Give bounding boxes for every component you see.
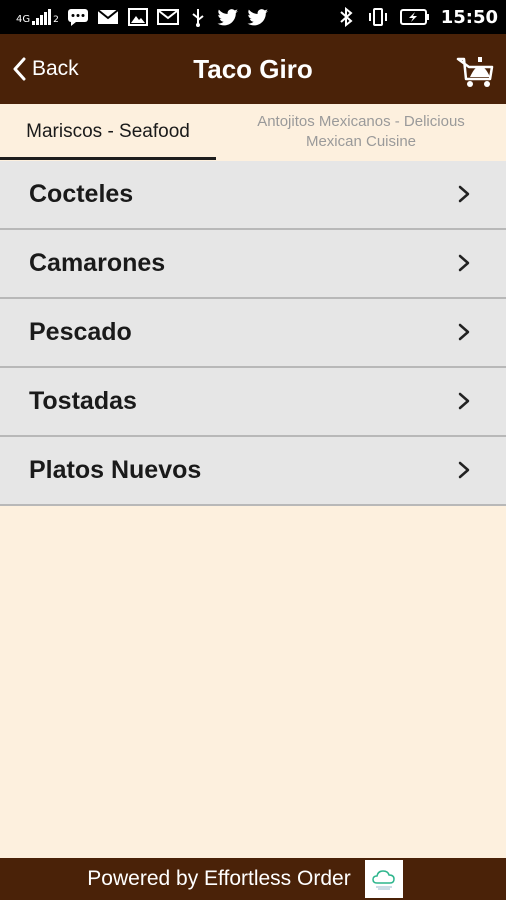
tab-mariscos-seafood[interactable]: Mariscos - Seafood	[0, 104, 216, 160]
chevron-right-icon	[458, 323, 470, 341]
sim-index: 2	[53, 15, 59, 25]
image-icon	[127, 8, 149, 26]
menu-item-label: Tostadas	[29, 387, 137, 415]
cart-button[interactable]	[456, 49, 496, 89]
cart-icon	[456, 57, 494, 87]
powered-by-text: Powered by Effortless Order	[87, 867, 351, 890]
network-type: 4G	[16, 14, 31, 25]
menu-item-label: Camarones	[29, 249, 166, 277]
vibrate-icon	[367, 8, 389, 26]
chat-icon	[67, 8, 89, 26]
chevron-right-icon	[458, 461, 470, 479]
menu-item-tostadas[interactable]: Tostadas	[0, 368, 506, 437]
chevron-right-icon	[458, 254, 470, 272]
chevron-right-icon	[458, 392, 470, 410]
menu-list: Cocteles Camarones Pescado Tostadas Plat…	[0, 161, 506, 506]
twitter-icon	[247, 8, 269, 26]
clock: 15:50	[440, 6, 498, 28]
menu-item-camarones[interactable]: Camarones	[0, 230, 506, 299]
page-title: Taco Giro	[193, 54, 313, 84]
menu-item-label: Platos Nuevos	[29, 456, 202, 484]
chevron-right-icon	[458, 185, 470, 203]
usb-icon	[187, 8, 209, 27]
menu-item-label: Pescado	[29, 318, 132, 346]
mail-icon	[97, 8, 119, 26]
menu-item-label: Cocteles	[29, 180, 134, 208]
category-tabs: Mariscos - Seafood Antojitos Mexicanos -…	[0, 104, 506, 160]
gmail-icon	[156, 8, 179, 26]
menu-item-platos-nuevos[interactable]: Platos Nuevos	[0, 437, 506, 506]
tab-antojitos-mexicanos[interactable]: Antojitos Mexicanos - Delicious Mexican …	[216, 104, 506, 160]
signal-icon: 4G 2	[16, 9, 59, 25]
menu-item-pescado[interactable]: Pescado	[0, 299, 506, 368]
footer: Powered by Effortless Order	[0, 858, 506, 900]
app-header: Back Taco Giro	[0, 34, 506, 104]
twitter-icon	[217, 8, 239, 26]
status-bar: 4G 2 15:50	[0, 0, 506, 34]
battery-charging-icon	[399, 8, 431, 26]
menu-item-cocteles[interactable]: Cocteles	[0, 161, 506, 230]
cloud-icon	[371, 870, 395, 890]
bluetooth-icon	[335, 7, 357, 27]
effortless-order-logo[interactable]	[364, 860, 403, 898]
